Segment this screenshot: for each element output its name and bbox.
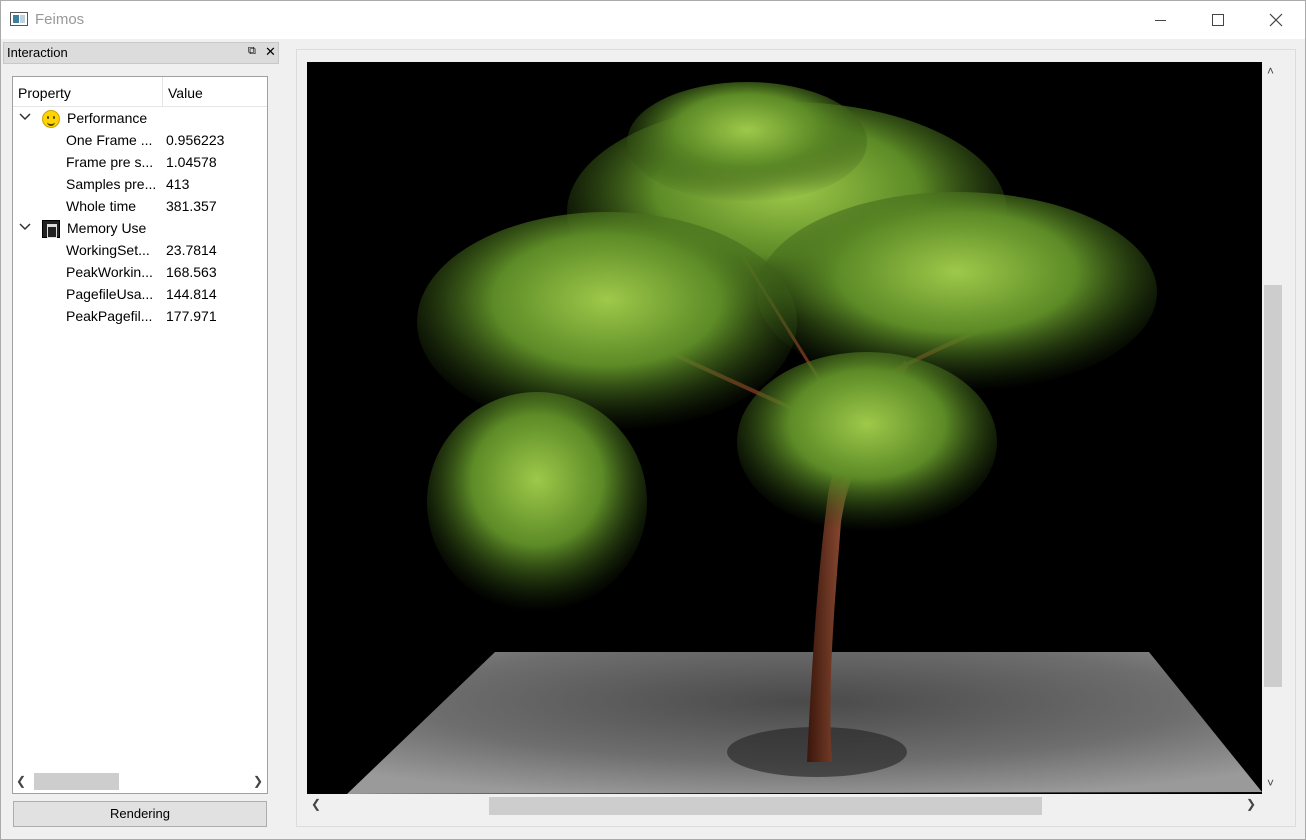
property-name: Whole time [66,198,137,214]
property-value: 168.563 [166,264,217,280]
property-name: PeakPagefil... [66,308,153,324]
chevron-down-icon[interactable] [19,111,31,123]
property-tree[interactable]: Property Value Performance One Frame ...… [12,76,268,794]
dock-title-bar[interactable]: Interaction ⧉ ✕ [3,42,279,64]
property-name: Samples pre... [66,176,157,192]
smiley-icon [42,110,60,128]
tree-row[interactable]: One Frame ... 0.956223 [13,130,267,152]
minimize-icon [1155,20,1166,21]
property-value: 144.814 [166,286,217,302]
memory-icon [42,220,60,238]
group-label: Memory Use [67,220,147,236]
tree-row[interactable]: PagefileUsa... 144.814 [13,284,267,306]
scroll-up-icon[interactable]: ˄ [1267,64,1274,78]
tree-row[interactable]: PeakPagefil... 177.971 [13,306,267,328]
vertical-scrollbar-thumb[interactable] [1264,285,1282,687]
dock-close-icon[interactable]: ✕ [265,44,276,60]
minimize-button[interactable] [1131,1,1189,39]
property-value: 1.04578 [166,154,217,170]
foliage [417,212,797,432]
maximize-button[interactable] [1189,1,1247,39]
scroll-left-icon[interactable]: ❮ [311,797,321,811]
dock-title: Interaction [7,45,68,60]
property-name: WorkingSet... [66,242,150,258]
property-value: 381.357 [166,198,217,214]
render-viewport[interactable] [307,62,1262,794]
scroll-down-icon[interactable]: ˅ [1267,776,1274,790]
tree-header: Property Value [13,77,267,107]
group-label: Performance [67,110,148,126]
tree-row[interactable]: PeakWorkin... 168.563 [13,262,267,284]
horizontal-scrollbar-thumb[interactable] [34,773,119,790]
rendered-tree-image [347,82,1262,794]
rendering-button[interactable]: Rendering [13,801,267,827]
dock-float-icon[interactable]: ⧉ [248,45,256,58]
property-value: 177.971 [166,308,217,324]
foliage [427,392,647,612]
column-header-property[interactable]: Property [18,85,71,101]
close-button[interactable] [1247,1,1305,39]
window-title: Feimos [35,11,85,28]
property-name: Frame pre s... [66,154,154,170]
maximize-icon [1212,14,1224,26]
close-icon [1269,13,1283,27]
chevron-down-icon[interactable] [19,221,31,233]
app-window: Feimos Interaction ⧉ ✕ Property Value Pe… [0,0,1306,840]
property-value: 23.7814 [166,242,217,258]
horizontal-scrollbar-thumb[interactable] [489,797,1042,815]
tree-row[interactable]: Whole time 381.357 [13,196,267,218]
tree-group-memory-use[interactable]: Memory Use [13,218,267,240]
tree-row[interactable]: WorkingSet... 23.7814 [13,240,267,262]
property-name: PagefileUsa... [66,286,154,302]
foliage [627,82,867,202]
scroll-left-icon[interactable]: ❮ [16,774,26,788]
scroll-right-icon[interactable]: ❯ [1246,797,1256,811]
title-bar[interactable]: Feimos [1,1,1305,39]
tree-group-performance[interactable]: Performance [13,108,267,130]
property-name: One Frame ... [66,132,153,148]
app-icon [10,12,28,26]
foliage [737,352,997,532]
property-name: PeakWorkin... [66,264,153,280]
column-divider[interactable] [162,77,163,107]
tree-row[interactable]: Samples pre... 413 [13,174,267,196]
tree-row[interactable]: Frame pre s... 1.04578 [13,152,267,174]
property-value: 0.956223 [166,132,225,148]
column-header-value[interactable]: Value [168,85,203,101]
property-value: 413 [166,176,190,192]
scroll-right-icon[interactable]: ❯ [253,774,263,788]
